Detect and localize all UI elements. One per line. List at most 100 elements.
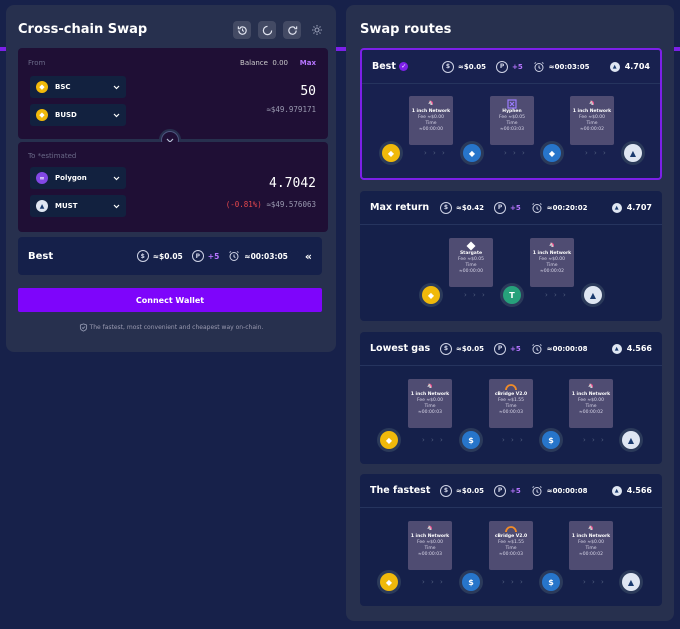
1inch-icon: 🦄: [428, 101, 434, 106]
from-chain-select[interactable]: ◆ BSC: [30, 76, 126, 98]
chevron-down-icon: [113, 176, 120, 180]
points-icon: P: [191, 250, 204, 262]
output-amount: ▲ 4.566: [611, 485, 652, 496]
points-stat: P +5: [494, 201, 521, 214]
from-amount-input[interactable]: 50: [300, 84, 316, 99]
usdc-token-node: $: [539, 570, 563, 594]
routes-title: Swap routes: [360, 22, 452, 37]
refresh-button[interactable]: [283, 21, 301, 39]
to-token-value: MUST: [55, 202, 78, 210]
points-stat: P +5: [496, 60, 523, 73]
to-section: To *estimated ∞ Polygon ▲ MUST 4.7042 (-…: [18, 142, 328, 232]
points-stat: P +5: [494, 484, 521, 497]
cbridge-icon: [489, 524, 533, 534]
from-usd-value: ≈$49.979171: [266, 105, 316, 114]
route-name: Max return: [370, 202, 430, 213]
fee-stat: $ ≈$0.42: [440, 201, 484, 214]
must-icon: ▲: [622, 573, 640, 591]
busd-token-node: ◆: [379, 141, 403, 165]
route-hop: 🦄 1 inch Network Fee ≈$0.00 Time ≈00:00:00: [409, 96, 453, 145]
alarm-clock-icon: [229, 251, 240, 261]
must-icon: ▲: [611, 202, 622, 213]
must-icon: ▲: [584, 286, 602, 304]
time-stat: ≈00:03:05: [228, 250, 288, 262]
1inch-icon: 🦄: [427, 384, 433, 389]
busd-icon: ◆: [382, 144, 400, 162]
busd-token-node: ◆: [377, 428, 401, 452]
route-hop: 🦄 1 inch Network Fee ≈$0.00 Time ≈00:00:02: [530, 238, 574, 287]
to-amount-value: 4.7042: [269, 176, 316, 191]
route-name: Lowest gas: [370, 343, 431, 354]
usdc-icon: $: [462, 573, 480, 591]
dollar-icon: $: [442, 60, 454, 73]
fee-stat: $ ≈$0.05: [440, 342, 484, 355]
eth-icon: ◆: [543, 144, 561, 162]
panel-title: Cross-chain Swap: [18, 22, 148, 37]
spinner-icon: [262, 25, 272, 35]
dollar-icon: $: [440, 342, 452, 355]
usdt-icon: T: [503, 286, 521, 304]
must-token-node: ▲: [581, 283, 605, 307]
route-card-fastest[interactable]: The fastest $ ≈$0.05 P +5 ≈00:00:08 ▲ 4.566…: [360, 474, 662, 606]
usdc-icon: $: [542, 573, 560, 591]
points-stat: P +5: [494, 342, 521, 355]
max-button[interactable]: Max: [300, 59, 316, 67]
to-token-select[interactable]: ▲ MUST: [30, 195, 126, 217]
route-arrows: › › ›: [422, 578, 445, 586]
dollar-icon: $: [440, 201, 452, 214]
time-stat: ≈00:03:05: [533, 61, 589, 73]
dollar-icon: $: [136, 250, 149, 262]
settings-button[interactable]: [308, 21, 326, 39]
route-arrows: › › ›: [424, 149, 447, 157]
history-icon: [237, 25, 247, 35]
1inch-icon: 🦄: [588, 384, 594, 389]
1inch-icon: 🦄: [427, 526, 433, 531]
busd-icon: ◆: [422, 286, 440, 304]
route-hop: cBridge V2.0 Fee ≈$1.55 Time ≈00:00:03: [489, 379, 533, 428]
collapse-routes-button[interactable]: «: [305, 250, 312, 263]
usdt-token-node: T: [500, 283, 524, 307]
route-hop: Hyphen Fee ≈$0.05 Time ≈00:03:03: [490, 96, 534, 145]
to-usd-row: (-0.81%) ≈$49.576063: [226, 200, 316, 209]
output-amount: ▲ 4.566: [611, 343, 652, 354]
points-icon: P: [494, 201, 507, 214]
must-token-node: ▲: [619, 570, 643, 594]
to-chain-value: Polygon: [55, 174, 87, 182]
connect-wallet-button[interactable]: Connect Wallet: [18, 288, 322, 312]
busd-token-node: ◆: [377, 570, 401, 594]
1inch-icon: 🦄: [588, 526, 594, 531]
toolbar: [233, 21, 326, 39]
time-stat: ≈00:00:08: [531, 343, 587, 355]
route-hop: 🦄 1 inch Network Fee ≈$0.00 Time ≈00:00:02: [569, 379, 613, 428]
usdc-icon: $: [462, 431, 480, 449]
route-card-lowest-gas[interactable]: Lowest gas $ ≈$0.05 P +5 ≈00:00:08 ▲ 4.566 …: [360, 332, 662, 464]
must-icon: ▲: [624, 144, 642, 162]
hyphen-icon: [490, 99, 534, 109]
route-hop: cBridge V2.0 Fee ≈$1.55 Time ≈00:00:03: [489, 521, 533, 570]
points-stat: P +5: [191, 250, 219, 262]
route-arrows: › › ›: [583, 436, 606, 444]
history-button[interactable]: [233, 21, 251, 39]
from-label: From: [28, 59, 46, 67]
to-label: To *estimated: [28, 152, 77, 160]
loading-button[interactable]: [258, 21, 276, 39]
selected-route-bar[interactable]: Best $ ≈$0.05 P +5 ≈00:03:05 «: [18, 237, 322, 275]
route-card-max-return[interactable]: Max return $ ≈$0.42 P +5 ≈00:20:02 ▲ 4.707 …: [360, 191, 662, 321]
from-token-value: BUSD: [55, 111, 77, 119]
to-chain-select[interactable]: ∞ Polygon: [30, 167, 126, 189]
route-card-header: Max return $ ≈$0.42 P +5 ≈00:20:02 ▲ 4.707: [360, 191, 662, 225]
busd-icon: ◆: [36, 109, 48, 121]
swap-routes-panel: Swap routes Best ✓ $ ≈$0.05 P +5 ≈00:03:05…: [346, 5, 674, 621]
from-token-select[interactable]: ◆ BUSD: [30, 104, 126, 126]
route-card-header: Best ✓ $ ≈$0.05 P +5 ≈00:03:05 ▲ 4.704: [362, 50, 660, 84]
stargate-icon: [449, 241, 493, 251]
points-icon: P: [494, 484, 507, 497]
route-arrows: › › ›: [583, 578, 606, 586]
busd-icon: ◆: [380, 431, 398, 449]
fee-stat: $ ≈$0.05: [442, 60, 486, 73]
cbridge-icon: [489, 382, 533, 392]
time-stat: ≈00:00:08: [531, 485, 587, 497]
route-card-best[interactable]: Best ✓ $ ≈$0.05 P +5 ≈00:03:05 ▲ 4.704 🦄 1 i…: [360, 48, 662, 180]
1inch-icon: 🦄: [589, 101, 595, 106]
swap-panel: Cross-chain Swap From Balance 0.00 Max ◆…: [6, 5, 336, 352]
